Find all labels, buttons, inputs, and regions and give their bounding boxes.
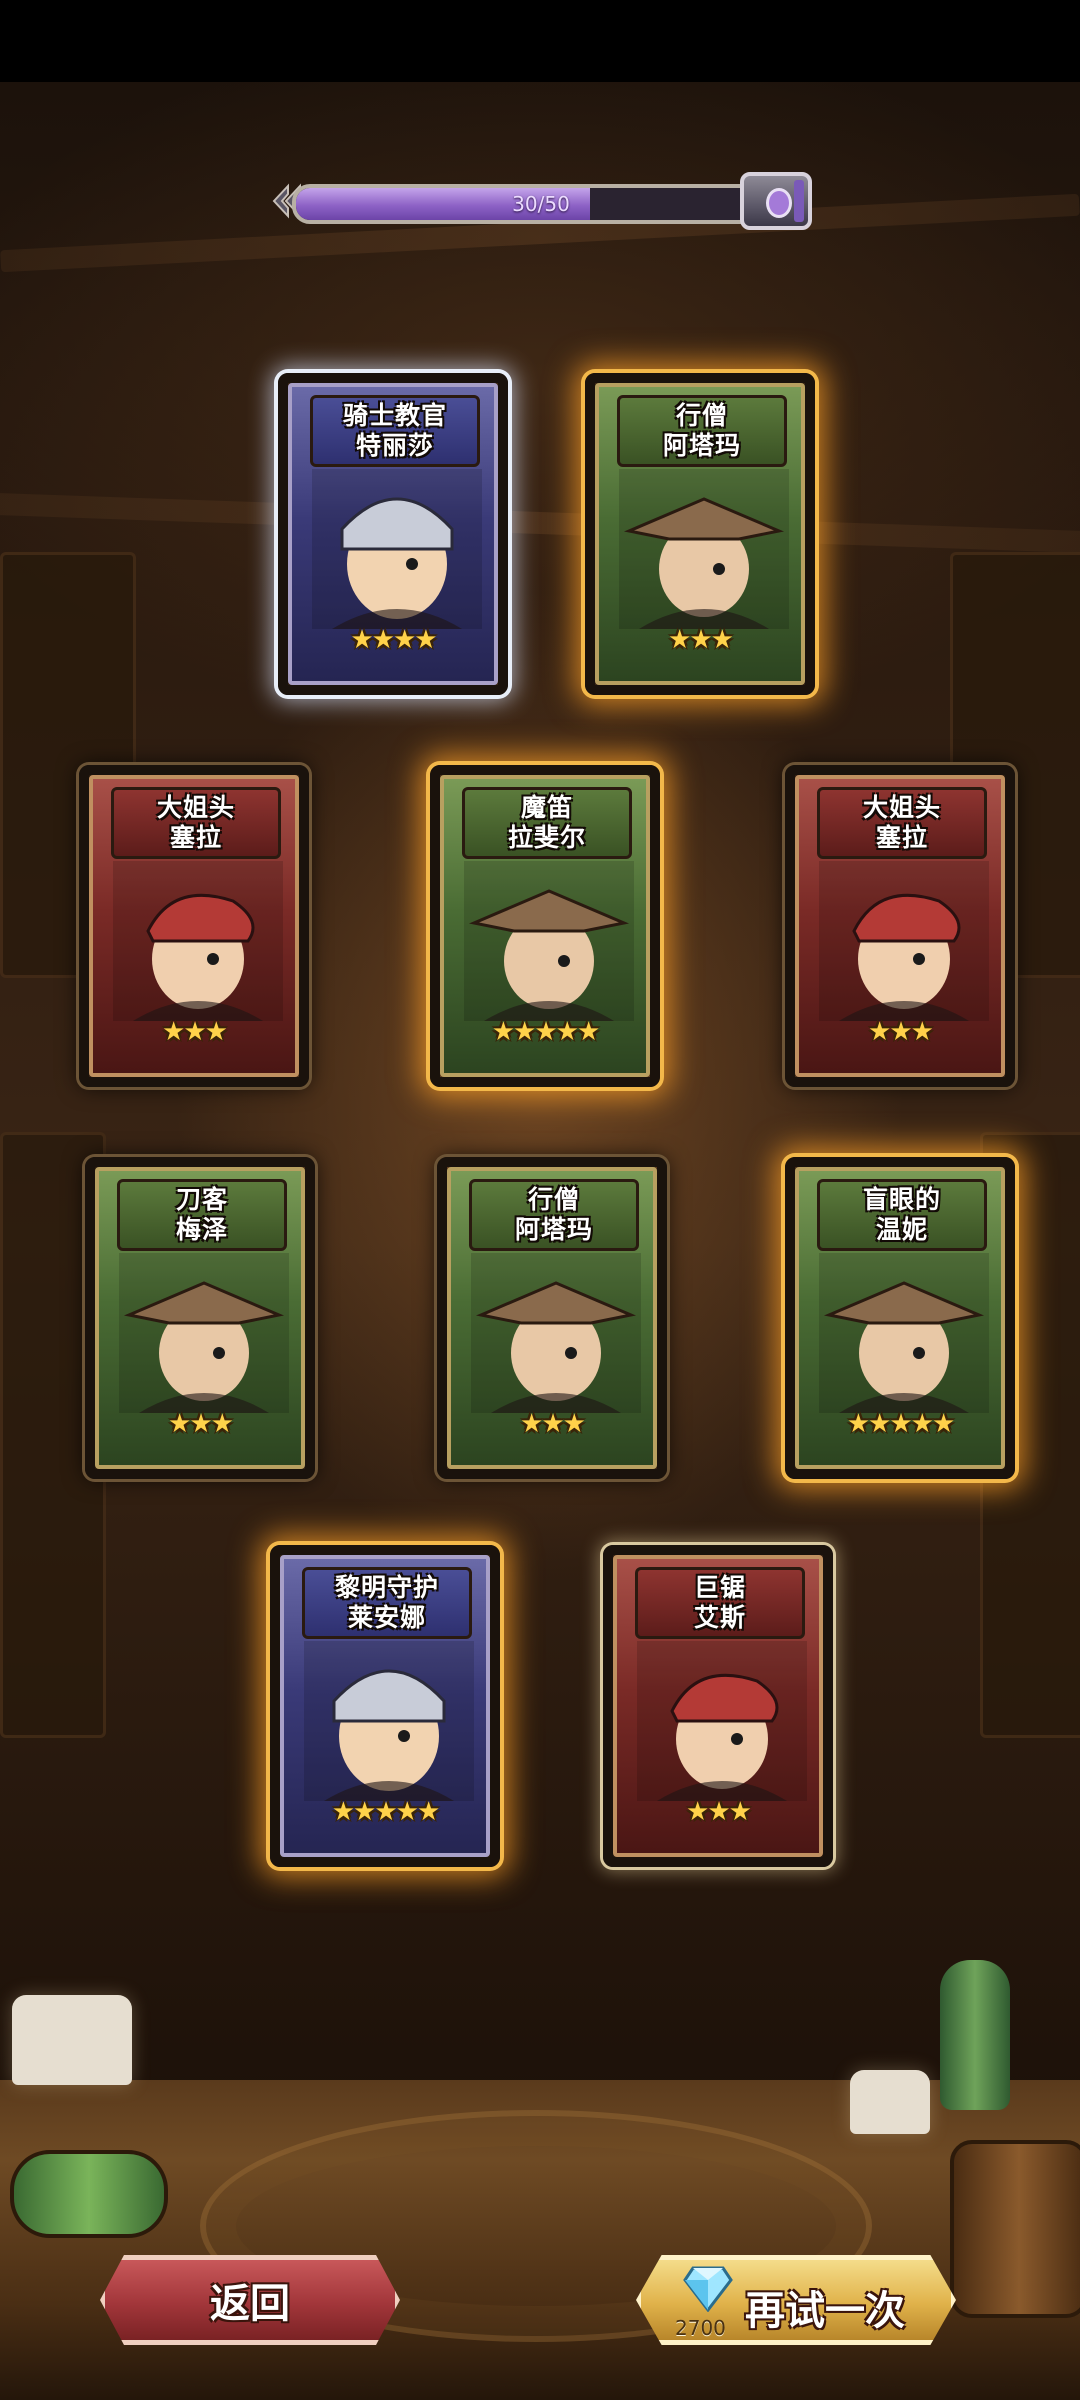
hero-portrait xyxy=(471,1253,641,1413)
hero-card[interactable]: 魔笛 拉斐尔 ★★★★★ xyxy=(430,765,660,1087)
card-frame: 行僧 阿塔玛 ★★★ xyxy=(447,1167,657,1469)
card-title-line2: 拉斐尔 xyxy=(507,823,586,852)
card-frame: 刀客 梅泽 ★★★ xyxy=(95,1167,305,1469)
hero-card[interactable]: 行僧 阿塔玛 ★★★ xyxy=(585,373,815,695)
star-rating: ★★★ xyxy=(868,1017,934,1047)
star-rating: ★★★ xyxy=(668,625,734,655)
hero-portrait xyxy=(113,861,283,1021)
card-name-banner: 骑士教官 特丽莎 xyxy=(310,395,480,467)
candle-left xyxy=(12,1995,132,2085)
card-title-line2: 塞拉 xyxy=(169,823,222,852)
card-name-banner: 行僧 阿塔玛 xyxy=(469,1179,639,1251)
hero-card[interactable]: 骑士教官 特丽莎 ★★★★ xyxy=(278,373,508,695)
card-title-line1: 行僧 xyxy=(527,1185,580,1214)
star-rating: ★★★★★ xyxy=(331,1797,441,1827)
card-frame: 巨锯 艾斯 ★★★ xyxy=(613,1555,823,1857)
hero-portrait xyxy=(119,1253,289,1413)
card-name-banner: 黎明守护 莱安娜 xyxy=(302,1567,472,1639)
progress-track: 30/50 xyxy=(292,184,790,224)
card-title-line2: 温妮 xyxy=(875,1215,928,1244)
card-frame: 盲眼的 温妮 ★★★★★ xyxy=(795,1167,1005,1469)
hero-portrait xyxy=(819,1253,989,1413)
reward-chest-icon[interactable] xyxy=(740,172,812,230)
card-title-line2: 阿塔玛 xyxy=(514,1215,593,1244)
card-title-line2: 莱安娜 xyxy=(347,1603,426,1632)
card-title-line1: 魔笛 xyxy=(520,793,573,822)
hero-portrait xyxy=(312,469,482,629)
card-title-line1: 刀客 xyxy=(175,1185,228,1214)
card-frame: 大姐头 塞拉 ★★★ xyxy=(89,775,299,1077)
card-title-line2: 塞拉 xyxy=(875,823,928,852)
card-title-line2: 阿塔玛 xyxy=(662,431,741,460)
card-title-line1: 黎明守护 xyxy=(334,1573,439,1602)
hero-card[interactable]: 刀客 梅泽 ★★★ xyxy=(85,1157,315,1479)
hero-portrait xyxy=(304,1641,474,1801)
diamond-icon xyxy=(683,2266,733,2312)
star-rating: ★★★ xyxy=(162,1017,228,1047)
green-bottle xyxy=(10,2150,168,2238)
star-rating: ★★★★ xyxy=(350,625,437,655)
hero-card[interactable]: 大姐头 塞拉 ★★★ xyxy=(79,765,309,1087)
card-frame: 魔笛 拉斐尔 ★★★★★ xyxy=(440,775,650,1077)
card-title-line1: 行僧 xyxy=(675,401,728,430)
back-button[interactable]: 返回 xyxy=(100,2255,400,2345)
retry-button-label: 再试一次 xyxy=(745,2288,905,2334)
star-rating: ★★★ xyxy=(520,1409,586,1439)
star-rating: ★★★★★ xyxy=(491,1017,601,1047)
bottle xyxy=(940,1960,1010,2110)
card-title-line1: 盲眼的 xyxy=(862,1185,941,1214)
card-frame: 大姐头 塞拉 ★★★ xyxy=(795,775,1005,1077)
draw-progress-bar: 30/50 xyxy=(270,172,820,230)
card-title-line1: 大姐头 xyxy=(156,793,235,822)
card-frame: 骑士教官 特丽莎 ★★★★ xyxy=(288,383,498,685)
hero-portrait xyxy=(464,861,634,1021)
card-name-banner: 大姐头 塞拉 xyxy=(111,787,281,859)
status-bar xyxy=(0,0,1080,82)
card-title-line2: 艾斯 xyxy=(693,1603,746,1632)
card-title-line2: 梅泽 xyxy=(175,1215,228,1244)
card-title-line1: 骑士教官 xyxy=(342,401,447,430)
card-name-banner: 行僧 阿塔玛 xyxy=(617,395,787,467)
retry-button[interactable]: 2700 再试一次 xyxy=(636,2255,956,2345)
hero-card[interactable]: 盲眼的 温妮 ★★★★★ xyxy=(785,1157,1015,1479)
card-title-line1: 巨锯 xyxy=(693,1573,746,1602)
retry-cost: 2700 xyxy=(675,2316,726,2340)
card-name-banner: 魔笛 拉斐尔 xyxy=(462,787,632,859)
progress-text: 30/50 xyxy=(512,192,570,216)
candle-right xyxy=(850,2070,930,2134)
hero-card[interactable]: 巨锯 艾斯 ★★★ xyxy=(603,1545,833,1867)
hero-portrait xyxy=(819,861,989,1021)
hero-card[interactable]: 行僧 阿塔玛 ★★★ xyxy=(437,1157,667,1479)
back-button-label: 返回 xyxy=(210,2281,290,2327)
card-title-line2: 特丽莎 xyxy=(355,431,434,460)
card-name-banner: 大姐头 塞拉 xyxy=(817,787,987,859)
barrel xyxy=(950,2140,1080,2318)
hero-portrait xyxy=(637,1641,807,1801)
star-rating: ★★★ xyxy=(168,1409,234,1439)
card-name-banner: 巨锯 艾斯 xyxy=(635,1567,805,1639)
hero-card[interactable]: 大姐头 塞拉 ★★★ xyxy=(785,765,1015,1087)
hero-portrait xyxy=(619,469,789,629)
star-rating: ★★★ xyxy=(686,1797,752,1827)
card-frame: 黎明守护 莱安娜 ★★★★★ xyxy=(280,1555,490,1857)
card-title-line1: 大姐头 xyxy=(862,793,941,822)
card-name-banner: 盲眼的 温妮 xyxy=(817,1179,987,1251)
star-rating: ★★★★★ xyxy=(846,1409,956,1439)
card-frame: 行僧 阿塔玛 ★★★ xyxy=(595,383,805,685)
hero-card[interactable]: 黎明守护 莱安娜 ★★★★★ xyxy=(270,1545,500,1867)
card-name-banner: 刀客 梅泽 xyxy=(117,1179,287,1251)
